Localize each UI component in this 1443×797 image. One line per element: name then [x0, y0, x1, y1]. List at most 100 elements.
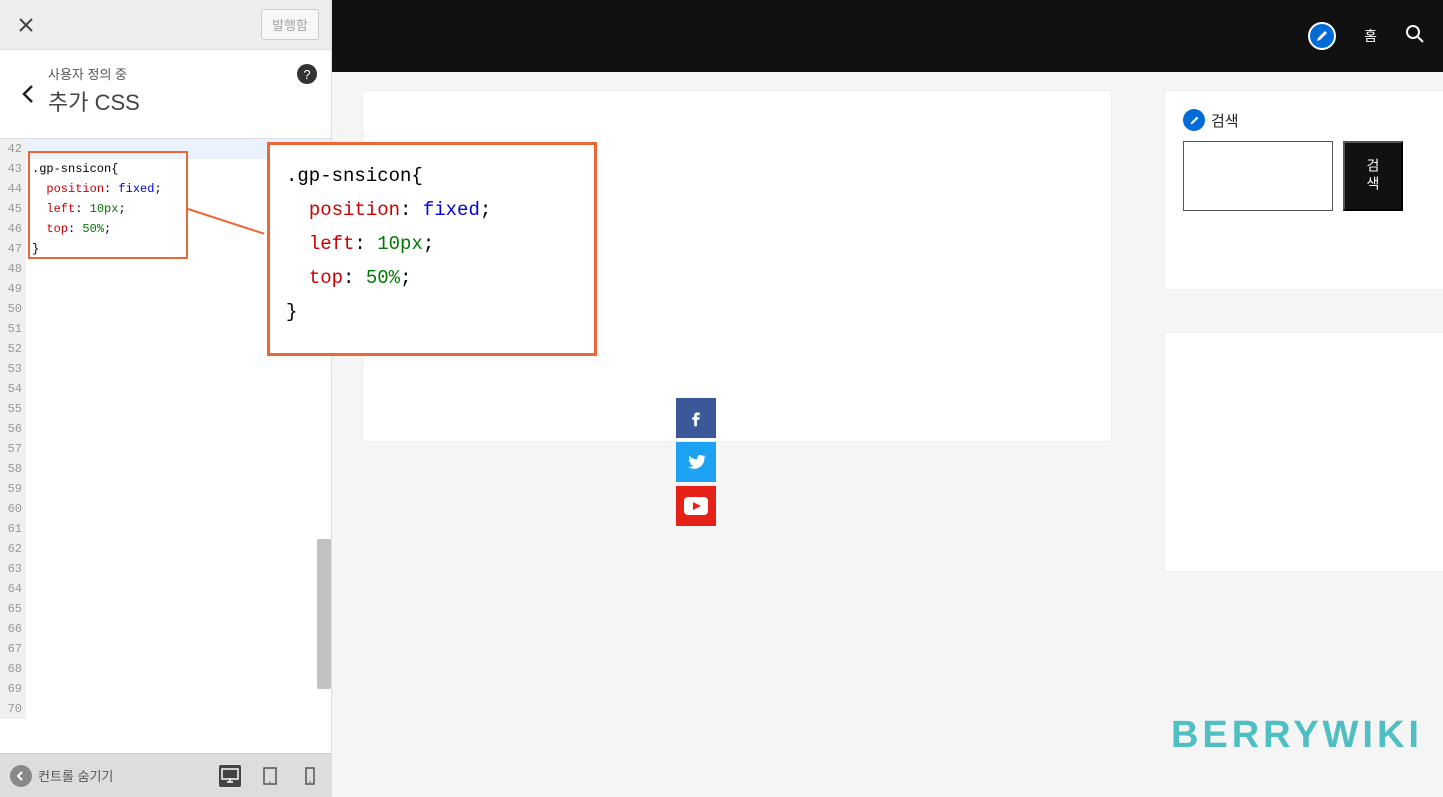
code-line[interactable]: 63: [0, 559, 331, 579]
line-content[interactable]: [26, 399, 331, 419]
mobile-icon[interactable]: [299, 765, 321, 787]
youtube-icon[interactable]: [676, 486, 716, 526]
line-number: 46: [0, 219, 26, 239]
desktop-icon[interactable]: [219, 765, 241, 787]
annotation-callout: .gp-snsicon{ position: fixed; left: 10px…: [267, 142, 597, 356]
line-number: 62: [0, 539, 26, 559]
code-line[interactable]: 53: [0, 359, 331, 379]
line-number: 63: [0, 559, 26, 579]
header-subtitle: 사용자 정의 중: [48, 64, 315, 83]
line-number: 44: [0, 179, 26, 199]
callout-line: }: [286, 295, 578, 329]
line-content[interactable]: [26, 659, 331, 679]
code-line[interactable]: 59: [0, 479, 331, 499]
sidebar-topbar: 발행함: [0, 0, 331, 50]
line-content[interactable]: [26, 499, 331, 519]
line-number: 42: [0, 139, 26, 159]
line-content[interactable]: [26, 459, 331, 479]
device-switcher: [219, 765, 321, 787]
line-number: 49: [0, 279, 26, 299]
code-line[interactable]: 65: [0, 599, 331, 619]
search-widget-label: 검색: [1211, 110, 1239, 131]
site-logo-text: BERRYWIKI: [1171, 714, 1423, 757]
tablet-icon[interactable]: [259, 765, 281, 787]
line-number: 67: [0, 639, 26, 659]
line-number: 56: [0, 419, 26, 439]
publish-button[interactable]: 발행함: [261, 9, 319, 40]
twitter-icon[interactable]: [676, 442, 716, 482]
collapse-controls-button[interactable]: 컨트롤 숨기기: [10, 765, 113, 787]
line-number: 57: [0, 439, 26, 459]
line-content[interactable]: [26, 599, 331, 619]
code-line[interactable]: 70: [0, 699, 331, 719]
line-content[interactable]: [26, 679, 331, 699]
line-number: 59: [0, 479, 26, 499]
line-content[interactable]: [26, 619, 331, 639]
collapse-label: 컨트롤 숨기기: [38, 766, 113, 785]
code-line[interactable]: 60: [0, 499, 331, 519]
code-line[interactable]: 68: [0, 659, 331, 679]
code-line[interactable]: 57: [0, 439, 331, 459]
code-line[interactable]: 56: [0, 419, 331, 439]
scrollbar-thumb[interactable]: [317, 539, 331, 689]
search-widget: 검색 검색: [1164, 90, 1443, 290]
line-content[interactable]: [26, 419, 331, 439]
header-title: 추가 CSS: [48, 85, 315, 117]
line-number: 55: [0, 399, 26, 419]
code-line[interactable]: 69: [0, 679, 331, 699]
line-number: 60: [0, 499, 26, 519]
nav-home-link[interactable]: 홈: [1364, 26, 1377, 46]
code-line[interactable]: 58: [0, 459, 331, 479]
search-icon[interactable]: [1405, 24, 1425, 49]
line-number: 48: [0, 259, 26, 279]
line-content[interactable]: [26, 699, 331, 719]
line-content[interactable]: [26, 639, 331, 659]
search-input[interactable]: [1183, 141, 1333, 211]
line-number: 61: [0, 519, 26, 539]
line-number: 53: [0, 359, 26, 379]
code-line[interactable]: 64: [0, 579, 331, 599]
line-number: 54: [0, 379, 26, 399]
line-number: 64: [0, 579, 26, 599]
line-content[interactable]: [26, 479, 331, 499]
callout-line: top: 50%;: [286, 261, 578, 295]
line-content[interactable]: [26, 379, 331, 399]
code-line[interactable]: 61: [0, 519, 331, 539]
line-content[interactable]: [26, 439, 331, 459]
code-line[interactable]: 55: [0, 399, 331, 419]
line-content[interactable]: [26, 519, 331, 539]
line-content[interactable]: [26, 359, 331, 379]
edit-shortcut-icon[interactable]: [1183, 109, 1205, 131]
line-number: 45: [0, 199, 26, 219]
callout-line: position: fixed;: [286, 193, 578, 227]
line-number: 58: [0, 459, 26, 479]
sidebar-bottombar: 컨트롤 숨기기: [0, 753, 331, 797]
line-content[interactable]: [26, 579, 331, 599]
line-number: 70: [0, 699, 26, 719]
search-row: 검색: [1183, 141, 1425, 211]
code-line[interactable]: 54: [0, 379, 331, 399]
preview-pane: 홈 검색 검색 BERRYWIKI: [332, 0, 1443, 797]
line-content[interactable]: [26, 559, 331, 579]
preview-topbar: 홈: [332, 0, 1443, 72]
code-line[interactable]: 67: [0, 639, 331, 659]
line-number: 43: [0, 159, 26, 179]
search-widget-header: 검색: [1183, 109, 1425, 131]
back-chevron-icon[interactable]: [8, 64, 48, 124]
line-number: 68: [0, 659, 26, 679]
line-number: 69: [0, 679, 26, 699]
callout-line: left: 10px;: [286, 227, 578, 261]
code-line[interactable]: 62: [0, 539, 331, 559]
close-icon[interactable]: [12, 11, 40, 39]
code-line[interactable]: 66: [0, 619, 331, 639]
sns-icon-stack: [676, 398, 716, 526]
callout-line: .gp-snsicon{: [286, 159, 578, 193]
help-icon[interactable]: ?: [297, 64, 317, 84]
line-number: 50: [0, 299, 26, 319]
facebook-icon[interactable]: [676, 398, 716, 438]
edit-shortcut-icon[interactable]: [1308, 22, 1336, 50]
search-button[interactable]: 검색: [1343, 141, 1403, 211]
header-text: 사용자 정의 중 추가 CSS: [48, 64, 315, 117]
line-content[interactable]: [26, 539, 331, 559]
sidebar-header: 사용자 정의 중 추가 CSS ?: [0, 50, 331, 139]
